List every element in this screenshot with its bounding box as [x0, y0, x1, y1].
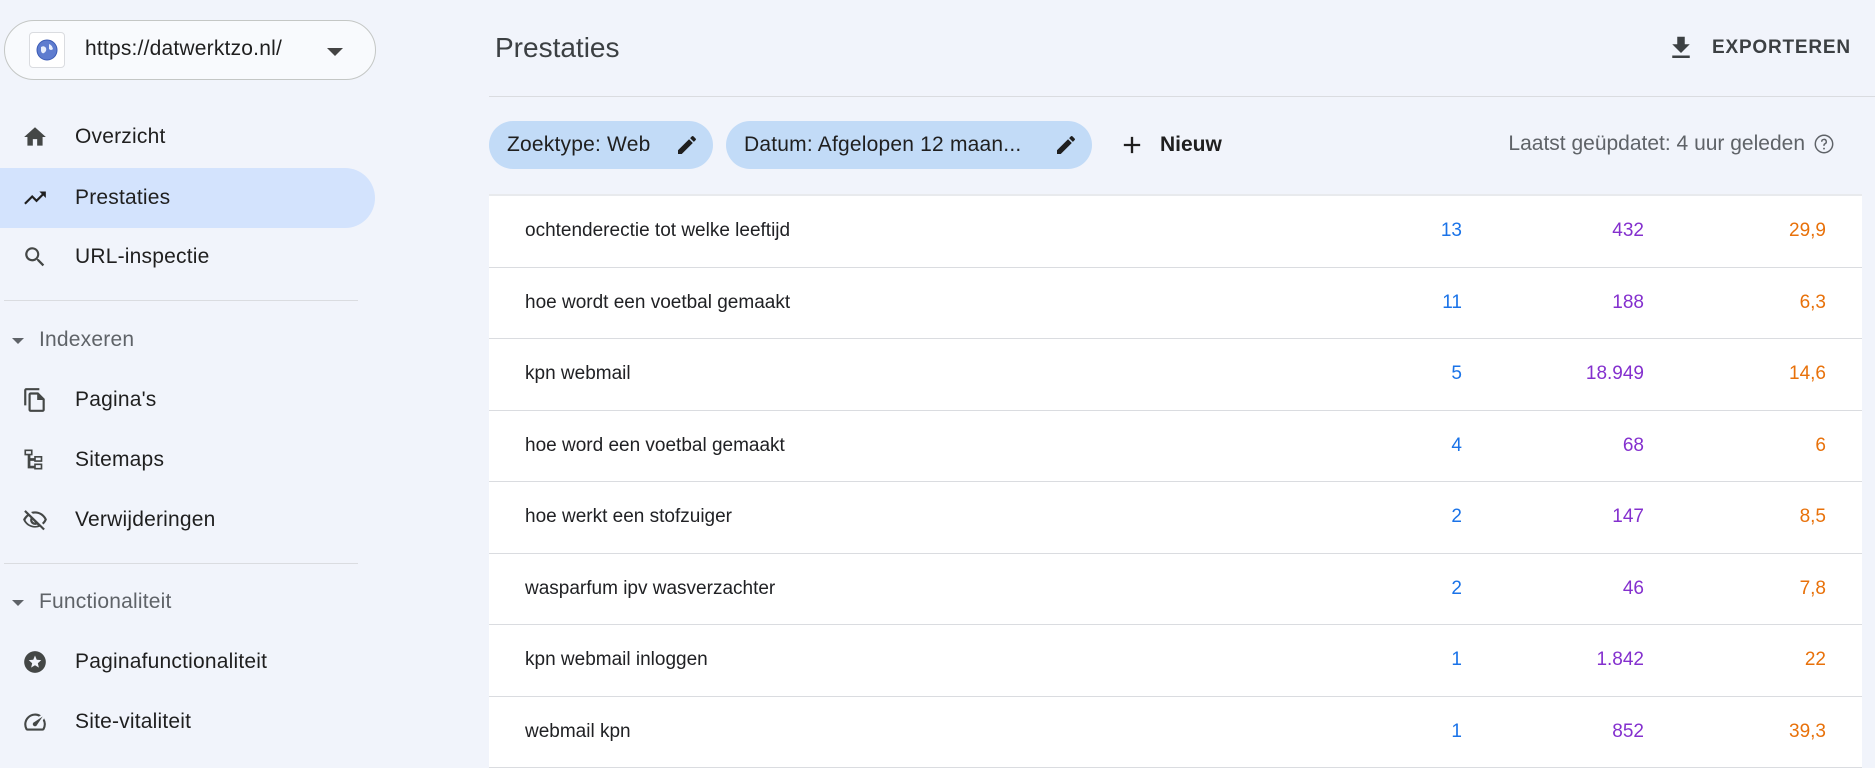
- impressions-cell: 46: [1623, 578, 1644, 600]
- table-row[interactable]: hoe werkt een stofzuiger 2 147 8,5: [489, 482, 1862, 554]
- impressions-cell: 432: [1612, 220, 1644, 242]
- impressions-cell: 18.949: [1586, 363, 1644, 385]
- plus-icon: [1118, 131, 1146, 159]
- impressions-cell: 852: [1612, 721, 1644, 743]
- pencil-icon[interactable]: [1054, 133, 1078, 157]
- position-cell: 29,9: [1789, 220, 1826, 242]
- page-experience-icon: [22, 649, 48, 675]
- download-icon: [1666, 33, 1696, 63]
- clicks-cell: 5: [1451, 363, 1462, 385]
- query-cell: kpn webmail: [525, 363, 631, 385]
- filter-chip-zoektype[interactable]: Zoektype: Web: [489, 121, 713, 169]
- table-row[interactable]: kpn webmail 5 18.949 14,6: [489, 339, 1862, 411]
- header-divider: [489, 96, 1875, 97]
- sidebar-item-label: Prestaties: [75, 186, 170, 210]
- sidebar-item-paginas[interactable]: Pagina's: [0, 370, 375, 430]
- clicks-cell: 4: [1451, 435, 1462, 457]
- divider: [4, 300, 358, 301]
- query-cell: hoe werkt een stofzuiger: [525, 506, 732, 528]
- sidebar-item-label: Overzicht: [75, 125, 166, 149]
- clicks-cell: 2: [1451, 578, 1462, 600]
- table-row[interactable]: hoe word een voetbal gemaakt 4 68 6: [489, 411, 1862, 483]
- position-cell: 22: [1805, 649, 1826, 671]
- caret-down-icon: [12, 600, 24, 606]
- position-cell: 7,8: [1800, 578, 1826, 600]
- new-filter-button[interactable]: Nieuw: [1118, 127, 1222, 163]
- sidebar-item-prestaties[interactable]: Prestaties: [0, 168, 375, 228]
- pencil-icon[interactable]: [675, 133, 699, 157]
- query-cell: hoe word een voetbal gemaakt: [525, 435, 785, 457]
- divider: [4, 563, 358, 564]
- caret-down-icon: [12, 338, 24, 344]
- sidebar-item-label: Sitemaps: [75, 448, 164, 472]
- clicks-cell: 11: [1442, 292, 1462, 314]
- filter-chip-datum[interactable]: Datum: Afgelopen 12 maan...: [726, 121, 1092, 169]
- eye-off-icon: [22, 507, 48, 533]
- globe-icon: [29, 32, 65, 68]
- sidebar: https://datwerktzo.nl/ Overzicht Prestat…: [0, 0, 382, 761]
- impressions-cell: 188: [1612, 292, 1644, 314]
- impressions-cell: 68: [1623, 435, 1644, 457]
- clicks-cell: 2: [1451, 506, 1462, 528]
- sidebar-item-paginafunctionaliteit[interactable]: Paginafunctionaliteit: [0, 632, 375, 692]
- sidebar-item-sitemaps[interactable]: Sitemaps: [0, 430, 375, 490]
- sidebar-item-label: URL-inspectie: [75, 245, 210, 269]
- sidebar-item-url-inspectie[interactable]: URL-inspectie: [0, 227, 375, 287]
- section-indexeren[interactable]: Indexeren: [0, 320, 375, 360]
- section-title: Indexeren: [39, 328, 134, 352]
- sidebar-item-label: Verwijderingen: [75, 508, 216, 532]
- clicks-cell: 1: [1451, 649, 1462, 671]
- sidebar-item-overzicht[interactable]: Overzicht: [0, 107, 375, 167]
- position-cell: 39,3: [1789, 721, 1826, 743]
- sidebar-item-label: Site-vitaliteit: [75, 710, 191, 734]
- chip-label: Datum: Afgelopen 12 maan...: [744, 133, 1021, 157]
- clicks-cell: 1: [1451, 721, 1462, 743]
- table-row[interactable]: webmail kpn 1 852 39,3: [489, 697, 1862, 768]
- position-cell: 14,6: [1789, 363, 1826, 385]
- property-url: https://datwerktzo.nl/: [85, 37, 282, 61]
- chip-label: Zoektype: Web: [507, 133, 650, 157]
- query-cell: kpn webmail inloggen: [525, 649, 708, 671]
- section-functionaliteit[interactable]: Functionaliteit: [0, 582, 375, 622]
- clicks-cell: 13: [1441, 220, 1462, 242]
- last-updated-text: Laatst geüpdatet: 4 uur geleden: [1508, 132, 1805, 156]
- table-row[interactable]: hoe wordt een voetbal gemaakt 11 188 6,3: [489, 268, 1862, 340]
- position-cell: 6,3: [1800, 292, 1826, 314]
- home-icon: [22, 124, 48, 150]
- last-updated: Laatst geüpdatet: 4 uur geleden: [1508, 132, 1835, 156]
- query-cell: wasparfum ipv wasverzachter: [525, 578, 775, 600]
- queries-table: ochtenderectie tot welke leeftijd 13 432 29…: [489, 196, 1862, 768]
- table-row[interactable]: kpn webmail inloggen 1 1.842 22: [489, 625, 1862, 697]
- help-icon[interactable]: [1813, 133, 1835, 155]
- trending-up-icon: [22, 185, 48, 211]
- sidebar-item-verwijderingen[interactable]: Verwijderingen: [0, 490, 375, 550]
- query-cell: webmail kpn: [525, 721, 631, 743]
- table-row[interactable]: ochtenderectie tot welke leeftijd 13 432 29…: [489, 196, 1862, 268]
- sidebar-item-label: Pagina's: [75, 388, 157, 412]
- sitemap-icon: [22, 447, 48, 473]
- impressions-cell: 147: [1612, 506, 1644, 528]
- impressions-cell: 1.842: [1596, 649, 1644, 671]
- position-cell: 6: [1815, 435, 1826, 457]
- page-title: Prestaties: [495, 32, 620, 64]
- chevron-down-icon[interactable]: [327, 48, 343, 56]
- section-title: Functionaliteit: [39, 590, 172, 614]
- property-selector[interactable]: https://datwerktzo.nl/: [4, 20, 376, 80]
- position-cell: 8,5: [1800, 506, 1826, 528]
- export-button[interactable]: EXPORTEREN: [1666, 30, 1851, 66]
- export-label: EXPORTEREN: [1712, 37, 1851, 59]
- query-cell: ochtenderectie tot welke leeftijd: [525, 220, 790, 242]
- pages-icon: [22, 387, 48, 413]
- sidebar-item-site-vitaliteit[interactable]: Site-vitaliteit: [0, 692, 375, 752]
- new-filter-label: Nieuw: [1160, 133, 1222, 157]
- search-icon: [22, 244, 48, 270]
- speedometer-icon: [22, 709, 48, 735]
- sidebar-item-label: Paginafunctionaliteit: [75, 650, 267, 674]
- table-row[interactable]: wasparfum ipv wasverzachter 2 46 7,8: [489, 554, 1862, 626]
- query-cell: hoe wordt een voetbal gemaakt: [525, 292, 790, 314]
